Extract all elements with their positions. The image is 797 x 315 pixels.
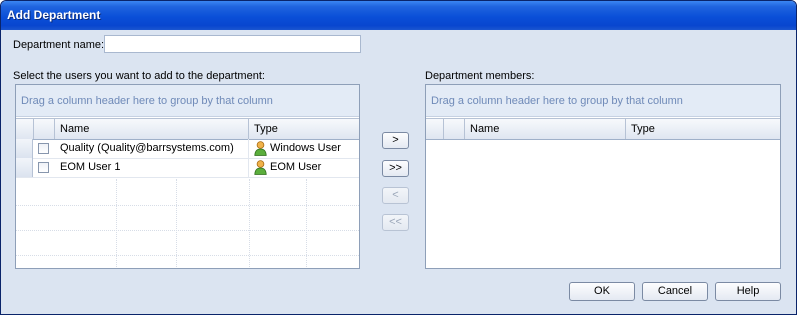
group-by-area[interactable]: Drag a column header here to group by th… <box>426 85 780 117</box>
department-name-label: Department name: <box>13 39 105 51</box>
empty-grid-line <box>306 179 307 267</box>
dialog-body: Department name: Select the users you wa… <box>4 30 793 311</box>
available-users-grid: Drag a column header here to group by th… <box>15 84 360 269</box>
cancel-button[interactable]: Cancel <box>642 282 708 301</box>
column-header-name[interactable]: Name <box>465 119 626 139</box>
empty-grid-line <box>16 205 359 206</box>
column-header-name[interactable]: Name <box>55 119 249 139</box>
add-department-dialog: Add Department Department name: Select t… <box>0 0 797 315</box>
user-type-label: Windows User <box>270 142 341 154</box>
title-bar[interactable]: Add Department <box>1 1 796 30</box>
ok-button[interactable]: OK <box>569 282 635 301</box>
add-all-button[interactable]: >> <box>382 160 409 177</box>
remove-all-button[interactable]: << <box>382 214 409 231</box>
window-title: Add Department <box>7 8 101 22</box>
row-selector[interactable] <box>16 158 33 177</box>
department-name-input[interactable] <box>104 35 361 53</box>
user-icon <box>254 141 267 156</box>
user-name-cell: Quality (Quality@barrsystems.com) <box>55 139 249 158</box>
empty-grid-line <box>176 179 177 267</box>
row-selector[interactable] <box>16 139 33 158</box>
grid-header: Name Type <box>426 118 780 140</box>
department-members-label: Department members: <box>425 70 535 82</box>
column-header-type[interactable]: Type <box>626 119 780 139</box>
empty-grid-line <box>16 255 359 256</box>
empty-grid-line <box>16 230 359 231</box>
group-hint-text: Drag a column header here to group by th… <box>431 95 683 107</box>
row-checkbox[interactable] <box>38 162 49 173</box>
remove-selected-button[interactable]: < <box>382 187 409 204</box>
user-icon <box>254 160 267 175</box>
user-row[interactable]: Quality (Quality@barrsystems.com) Window… <box>16 139 359 159</box>
user-name-cell: EOM User 1 <box>55 158 249 177</box>
user-type-label: EOM User <box>270 161 322 173</box>
empty-grid-line <box>116 179 117 267</box>
user-row[interactable]: EOM User 1 EOM User <box>16 158 359 178</box>
row-selector-header <box>426 119 444 139</box>
select-users-label: Select the users you want to add to the … <box>13 70 265 82</box>
empty-grid-line <box>249 179 250 267</box>
help-button[interactable]: Help <box>715 282 781 301</box>
grid-header: Name Type <box>16 118 359 140</box>
column-header-type[interactable]: Type <box>249 119 359 139</box>
group-by-area[interactable]: Drag a column header here to group by th… <box>16 85 359 117</box>
checkbox-header[interactable] <box>34 119 55 139</box>
user-type-cell: EOM User <box>249 158 359 177</box>
row-checkbox[interactable] <box>38 143 49 154</box>
checkbox-header[interactable] <box>444 119 465 139</box>
department-members-grid: Drag a column header here to group by th… <box>425 84 781 269</box>
row-selector-header <box>16 119 34 139</box>
user-type-cell: Windows User <box>249 139 359 158</box>
add-selected-button[interactable]: > <box>382 132 409 149</box>
group-hint-text: Drag a column header here to group by th… <box>21 95 273 107</box>
